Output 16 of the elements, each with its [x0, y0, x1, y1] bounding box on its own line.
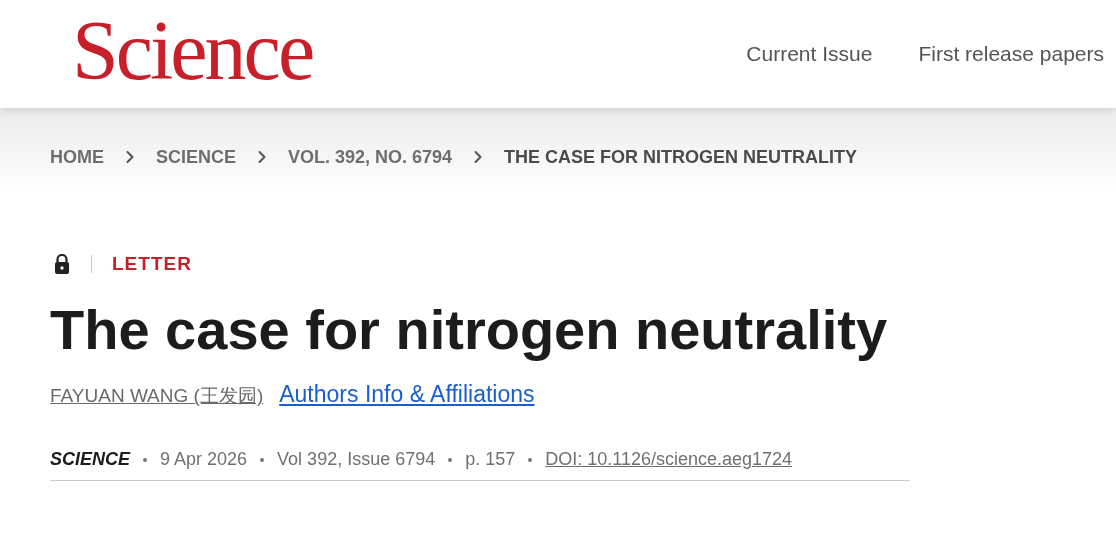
article-type: LETTER [112, 253, 192, 275]
article-title: The case for nitrogen neutrality [50, 297, 889, 363]
breadcrumb-link[interactable]: HOME [50, 146, 104, 168]
breadcrumb-link[interactable]: SCIENCE [156, 146, 236, 168]
meta-text: 9 Apr 2026 [160, 449, 248, 471]
nav-link[interactable]: Current Issue [746, 42, 873, 66]
science-logo[interactable]: Science [72, 9, 313, 93]
meta-text: p. 157 [465, 449, 516, 471]
breadcrumb-link[interactable]: VOL. 392, NO. 6794 [288, 146, 453, 168]
meta-text: Vol 392, Issue 6794 [277, 449, 436, 471]
author-link[interactable]: FAYUAN WANG (王发园) [50, 383, 264, 410]
doi-link[interactable]: DOI: 10.1126/science.aeg1724 [545, 449, 793, 471]
affiliations-link[interactable]: Authors Info & Affiliations [279, 381, 535, 409]
nav-link[interactable]: First release papers [918, 42, 1104, 66]
breadcrumb-link[interactable]: THE CASE FOR NITROGEN NEUTRALITY [504, 146, 858, 168]
journal-name: SCIENCE [50, 449, 130, 471]
